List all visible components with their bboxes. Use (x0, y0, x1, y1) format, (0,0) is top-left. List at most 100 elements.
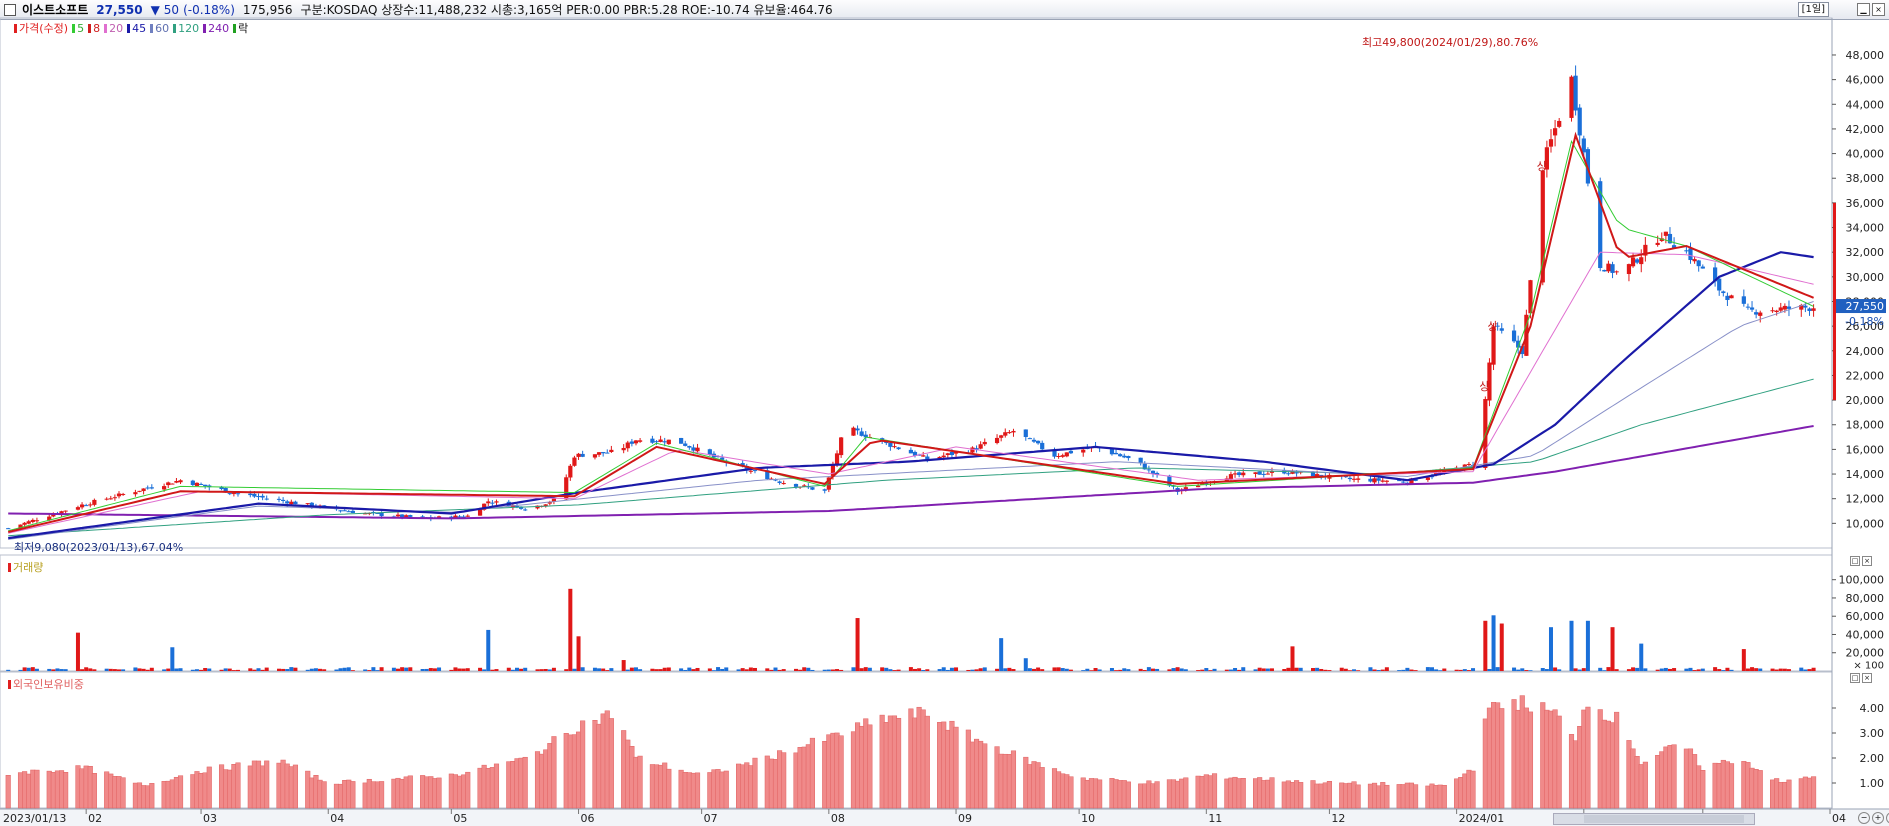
volume-bar (453, 667, 458, 671)
volume-bar (1413, 670, 1418, 671)
candle-body (395, 514, 401, 517)
volume-bar (420, 669, 425, 671)
volume-bar (917, 668, 922, 671)
candle-body (227, 493, 232, 495)
candle-body (256, 496, 261, 498)
volume-bar (18, 669, 23, 671)
volume-bar (166, 668, 171, 671)
candle-body (1635, 259, 1640, 263)
volume-bar (1425, 667, 1430, 671)
volume-bar (773, 667, 778, 671)
candle-body (1557, 120, 1562, 127)
candle-body (1257, 471, 1262, 475)
volume-y-tick-label: 20,000 (1846, 647, 1885, 660)
volume-bar (1471, 668, 1476, 671)
x-tick-label: 03 (203, 812, 217, 825)
volume-bar (1659, 668, 1664, 671)
candle-body (346, 511, 351, 513)
volume-bar (1126, 669, 1131, 671)
candle-body (1803, 305, 1808, 308)
foreign-bar (1355, 784, 1361, 809)
candle-body (1138, 457, 1143, 464)
volume-bar (428, 668, 433, 671)
volume-bar (1064, 668, 1069, 671)
candle-body (978, 444, 983, 449)
price-y-tick-label: 34,000 (1846, 222, 1885, 235)
volume-bar (1183, 669, 1188, 671)
high-annotation: 최고49,800(2024/01/29),80.76% (1362, 36, 1538, 49)
volume-bar (1356, 670, 1361, 671)
candle-body (1011, 430, 1016, 433)
candle-body (1118, 454, 1123, 457)
volume-bar (203, 667, 208, 671)
candle-body (748, 470, 753, 472)
zoom-out-icon[interactable]: − (1858, 812, 1870, 824)
volume-bar (334, 669, 339, 671)
volume-bar (822, 669, 827, 671)
foreign-bar (1671, 744, 1677, 809)
volume-bar (937, 669, 942, 671)
candle-body (994, 437, 1000, 444)
volume-bar (1602, 670, 1607, 671)
volume-bar (1754, 668, 1759, 671)
candle-body (941, 455, 946, 458)
candle-body (79, 504, 85, 508)
volume-bar (1409, 669, 1414, 671)
foreign-bar (1527, 711, 1534, 809)
volume-bar (1323, 669, 1328, 671)
volume-bar (1598, 667, 1603, 671)
price-y-tick-label: 22,000 (1846, 369, 1885, 382)
volume-bar (1175, 667, 1180, 671)
volume-bar (1540, 668, 1545, 671)
volume-bar (1606, 667, 1611, 671)
candle-body (580, 453, 585, 457)
candle-body (1811, 308, 1816, 311)
volume-bar (851, 667, 856, 671)
foreign-bar (723, 770, 729, 809)
volume-bar (1224, 669, 1229, 671)
x-tick-label: 04 (330, 812, 344, 825)
price-y-tick-label: 38,000 (1846, 172, 1885, 185)
volume-bar (1717, 669, 1722, 671)
volume-bar (1684, 668, 1689, 671)
foreign-bar (206, 766, 212, 809)
volume-y-tick-label: 80,000 (1846, 592, 1885, 605)
candle-body (1425, 477, 1430, 480)
volume-bar (346, 667, 351, 671)
volume-bar (1577, 669, 1582, 671)
stock-chart[interactable]: 10,000 12,000 14,000 16,000 18,000 20,000 22,0… (0, 0, 1889, 826)
candle-body (198, 483, 204, 485)
volume-bar (149, 667, 154, 671)
volume-bar (1454, 669, 1459, 671)
volume-bar (1089, 670, 1094, 671)
volume-bar (1060, 668, 1065, 671)
volume-bar (547, 669, 552, 671)
candle-body (235, 493, 241, 495)
candle-body (621, 447, 626, 451)
scroll-thumb[interactable] (1584, 815, 1744, 823)
volume-bar (367, 670, 372, 671)
candle-body (26, 521, 31, 524)
price-y-tick-label: 48,000 (1846, 49, 1885, 62)
candle-body (1602, 269, 1607, 272)
volume-bar (859, 668, 864, 671)
volume-bar (1405, 667, 1410, 671)
candle-body (149, 487, 154, 489)
volume-bar (1319, 668, 1324, 671)
volume-bar (1516, 669, 1521, 671)
candle-body (1183, 487, 1188, 490)
zoom-in-icon[interactable]: + (1872, 812, 1884, 824)
volume-bar (1721, 670, 1726, 671)
chart-scrollbar[interactable] (1553, 813, 1755, 825)
candle-body (793, 483, 799, 487)
volume-bar (1253, 669, 1258, 671)
candle-body (34, 520, 40, 522)
volume-bar (133, 667, 138, 671)
volume-bar (1298, 667, 1303, 671)
volume-bar (170, 647, 175, 671)
volume-bar (1311, 668, 1316, 671)
volume-bar (1495, 667, 1500, 671)
volume-bar (30, 667, 35, 671)
volume-bar (1610, 627, 1615, 671)
foreign-bar (34, 769, 40, 809)
